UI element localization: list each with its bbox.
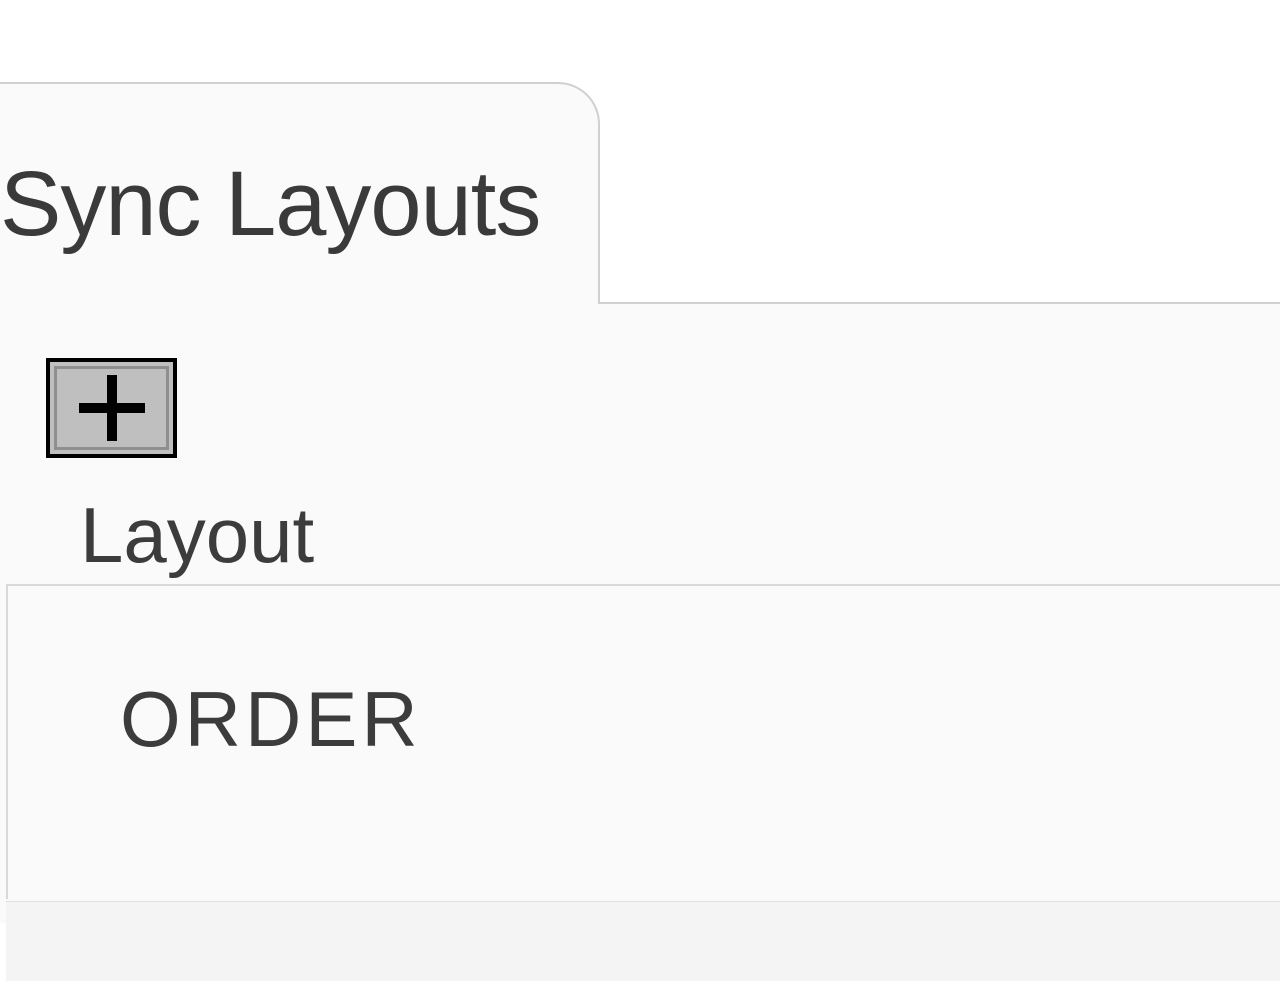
tab-label: Sync Layouts [0,152,540,257]
layout-field-label: Layout [80,490,314,581]
plus-icon [79,375,145,441]
tab-border-mask [0,300,598,304]
list-header-row: ORDER [6,584,1280,899]
panel-body: Layout ORDER [0,302,1280,923]
add-button-inner [54,366,169,450]
list-row-divider [6,901,1280,981]
tab-sync-layouts[interactable]: Sync Layouts [0,82,600,302]
column-header-order: ORDER [120,674,422,765]
add-layout-button[interactable] [46,358,177,458]
